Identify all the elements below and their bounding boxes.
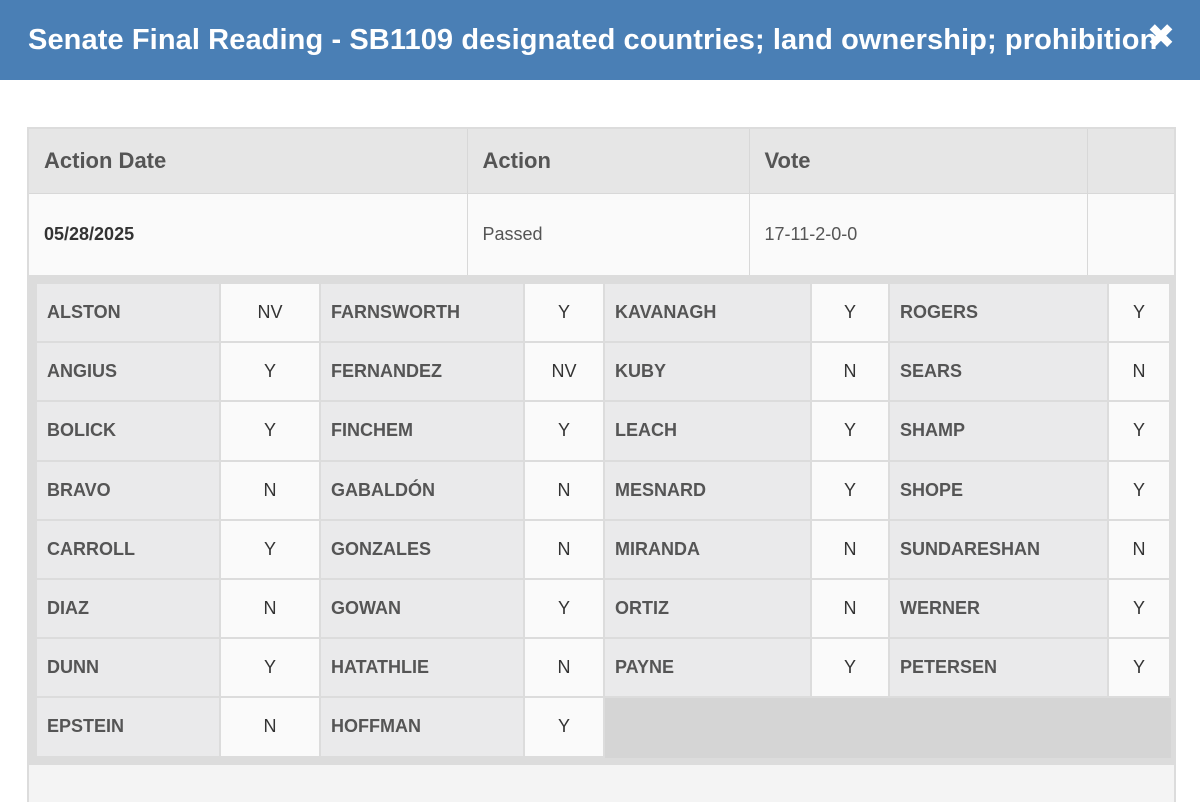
empty-cell — [1087, 193, 1174, 275]
legislator-vote: Y — [810, 459, 890, 521]
roll-call-row: BRAVO N GABALDÓN N MESNARD Y SHOPE Y — [35, 459, 1171, 521]
summary-header-row: Action Date Action Vote — [29, 129, 1174, 194]
roll-call-row: ALSTON NV FARNSWORTH Y KAVANAGH Y ROGERS Y — [35, 281, 1171, 344]
legislator-name: ANGIUS — [35, 341, 221, 403]
legislator-vote: N — [523, 459, 605, 521]
empty-cell — [603, 696, 890, 758]
legislator-vote: NV — [219, 281, 321, 344]
modal-header: Senate Final Reading - SB1109 designated… — [0, 0, 1200, 80]
legislator-name: DIAZ — [35, 577, 221, 640]
action-summary-table: Action Date Action Vote 05/28/2025 Passe… — [29, 129, 1174, 275]
roll-call-row: ANGIUS Y FERNANDEZ NV KUBY N SEARS N — [35, 341, 1171, 403]
empty-cell — [888, 696, 1171, 758]
legislator-name: KUBY — [603, 341, 812, 403]
legislator-vote: N — [523, 637, 605, 699]
legislator-name: EPSTEIN — [35, 696, 221, 758]
roll-call-row: EPSTEIN N HOFFMAN Y — [35, 696, 1171, 758]
legislator-name: ORTIZ — [603, 577, 812, 640]
column-header-empty — [1087, 129, 1174, 194]
legislator-vote: Y — [810, 400, 890, 462]
column-header-vote: Vote — [749, 129, 1088, 194]
roll-call-row: BOLICK Y FINCHEM Y LEACH Y SHAMP Y — [35, 400, 1171, 462]
legislator-vote: Y — [810, 281, 890, 344]
legislator-name: BRAVO — [35, 459, 221, 521]
close-icon[interactable]: ✖ — [1144, 17, 1178, 57]
legislator-vote: Y — [523, 400, 605, 462]
legislator-vote: N — [810, 518, 890, 580]
legislator-name: SHOPE — [888, 459, 1109, 521]
summary-row: 05/28/2025 Passed 17-11-2-0-0 — [29, 193, 1174, 275]
legislator-vote: N — [523, 518, 605, 580]
legislator-name: CARROLL — [35, 518, 221, 580]
legislator-vote: Y — [219, 400, 321, 462]
legislator-vote: N — [219, 696, 321, 758]
legislator-vote: Y — [219, 637, 321, 699]
legislator-vote: Y — [1107, 637, 1171, 699]
legislator-vote: N — [1107, 341, 1171, 403]
legislator-vote: Y — [219, 518, 321, 580]
action-cell: Passed — [467, 193, 750, 275]
legislator-vote: Y — [1107, 281, 1171, 344]
legislator-vote: Y — [523, 696, 605, 758]
legislator-vote: N — [810, 577, 890, 640]
legislator-vote: Y — [810, 637, 890, 699]
legislator-name: GABALDÓN — [319, 459, 525, 521]
legislator-vote: N — [219, 577, 321, 640]
roll-call-table: ALSTON NV FARNSWORTH Y KAVANAGH Y ROGERS Y ANGIU… — [35, 281, 1171, 758]
column-header-action-date: Action Date — [29, 129, 468, 194]
legislator-name: SHAMP — [888, 400, 1109, 462]
legislator-name: SEARS — [888, 341, 1109, 403]
legislator-vote: Y — [523, 577, 605, 640]
roll-call-container: ALSTON NV FARNSWORTH Y KAVANAGH Y ROGERS Y ANGIU… — [29, 275, 1174, 765]
legislator-name: MIRANDA — [603, 518, 812, 580]
legislator-vote: N — [219, 459, 321, 521]
legislator-name: GONZALES — [319, 518, 525, 580]
legislator-name: PAYNE — [603, 637, 812, 699]
legislator-name: FARNSWORTH — [319, 281, 525, 344]
column-header-action: Action — [467, 129, 750, 194]
legislator-name: GOWAN — [319, 577, 525, 640]
panel-footer — [29, 769, 1174, 802]
legislator-vote: Y — [219, 341, 321, 403]
roll-call-row: DIAZ N GOWAN Y ORTIZ N WERNER Y — [35, 577, 1171, 640]
legislator-name: SUNDARESHAN — [888, 518, 1109, 580]
legislator-name: PETERSEN — [888, 637, 1109, 699]
legislator-vote: Y — [1107, 459, 1171, 521]
vote-panel: Action Date Action Vote 05/28/2025 Passe… — [27, 127, 1176, 802]
legislator-vote: Y — [1107, 577, 1171, 640]
legislator-name: WERNER — [888, 577, 1109, 640]
legislator-name: HOFFMAN — [319, 696, 525, 758]
legislator-name: ROGERS — [888, 281, 1109, 344]
legislator-name: FINCHEM — [319, 400, 525, 462]
legislator-vote: Y — [523, 281, 605, 344]
legislator-name: BOLICK — [35, 400, 221, 462]
legislator-name: KAVANAGH — [603, 281, 812, 344]
legislator-vote: N — [810, 341, 890, 403]
legislator-name: MESNARD — [603, 459, 812, 521]
legislator-name: HATATHLIE — [319, 637, 525, 699]
roll-call-row: DUNN Y HATATHLIE N PAYNE Y PETERSEN Y — [35, 637, 1171, 699]
legislator-vote: NV — [523, 341, 605, 403]
legislator-name: DUNN — [35, 637, 221, 699]
legislator-vote: Y — [1107, 400, 1171, 462]
modal-title: Senate Final Reading - SB1109 designated… — [28, 23, 1158, 56]
legislator-vote: N — [1107, 518, 1171, 580]
legislator-name: ALSTON — [35, 281, 221, 344]
legislator-name: FERNANDEZ — [319, 341, 525, 403]
vote-tally-cell: 17-11-2-0-0 — [749, 193, 1088, 275]
legislator-name: LEACH — [603, 400, 812, 462]
action-date-cell: 05/28/2025 — [29, 193, 468, 275]
roll-call-row: CARROLL Y GONZALES N MIRANDA N SUNDARESHAN N — [35, 518, 1171, 580]
